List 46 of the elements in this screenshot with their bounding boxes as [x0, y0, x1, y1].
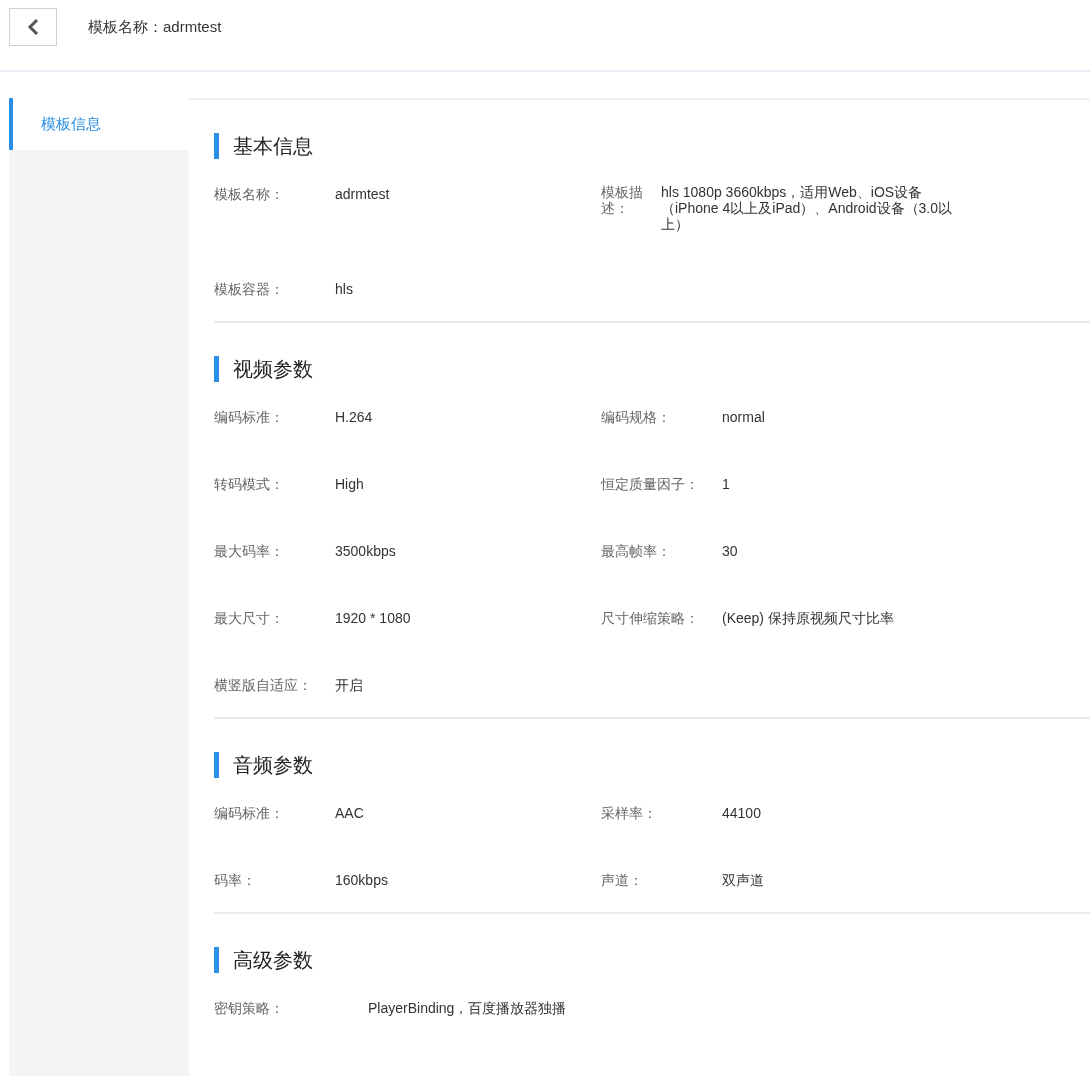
- field-label: 编码规格：: [601, 408, 672, 427]
- page-title: 模板名称：adrmtest: [88, 17, 222, 37]
- field-label: 转码模式：: [214, 475, 285, 494]
- field-value: 双声道: [722, 871, 764, 890]
- field-label: 横竖版自适应：: [214, 676, 313, 695]
- field-value: hls 1080p 3660kbps，适用Web、iOS设备（iPhone 4以上及iPad）、Android设备（3.0以上）: [661, 184, 953, 232]
- field-label: 采样率：: [601, 804, 658, 823]
- field-value: hls: [335, 280, 353, 299]
- field-value: 44100: [722, 804, 761, 823]
- section-title: 高级参数: [233, 948, 313, 973]
- field-value: AAC: [335, 804, 364, 823]
- field-label: 模板容器：: [214, 280, 285, 299]
- field-label: 最高帧率：: [601, 542, 672, 561]
- field-value: 开启: [335, 676, 363, 695]
- field-value: 1920 * 1080: [335, 609, 411, 628]
- back-button[interactable]: [9, 8, 57, 46]
- field-label: 模板描述：: [601, 184, 644, 216]
- field-label: 编码标准：: [214, 804, 285, 823]
- chevron-left-icon: [27, 18, 39, 36]
- field-value: High: [335, 475, 364, 494]
- field-label: 编码标准：: [214, 408, 285, 427]
- field-value: H.264: [335, 408, 373, 427]
- field-label: 恒定质量因子：: [601, 475, 700, 494]
- field-label: 最大尺寸：: [214, 609, 285, 628]
- field-value: 3500kbps: [335, 542, 396, 561]
- section-accent-bar: [214, 752, 219, 778]
- section-accent-bar: [214, 947, 219, 973]
- section-title: 音频参数: [233, 753, 313, 778]
- field-value: 160kbps: [335, 871, 388, 890]
- field-value: 1: [722, 475, 730, 494]
- sidebar-item[interactable]: 模板信息: [9, 98, 189, 150]
- field-label: 密钥策略：: [214, 999, 285, 1018]
- field-value: (Keep) 保持原视频尺寸比率: [722, 609, 894, 628]
- field-value: 30: [722, 542, 738, 561]
- section-accent-bar: [214, 133, 219, 159]
- section-accent-bar: [214, 356, 219, 382]
- field-label: 最大码率：: [214, 542, 285, 561]
- field-label: 尺寸伸缩策略：: [601, 609, 700, 628]
- field-label: 声道：: [601, 871, 644, 890]
- section-title: 视频参数: [233, 357, 313, 382]
- field-value: adrmtest: [335, 185, 390, 204]
- field-label: 模板名称：: [214, 185, 285, 204]
- field-label: 码率：: [214, 871, 257, 890]
- field-value: normal: [722, 408, 765, 427]
- section-title: 基本信息: [233, 134, 313, 159]
- field-value: PlayerBinding，百度播放器独播: [368, 999, 567, 1018]
